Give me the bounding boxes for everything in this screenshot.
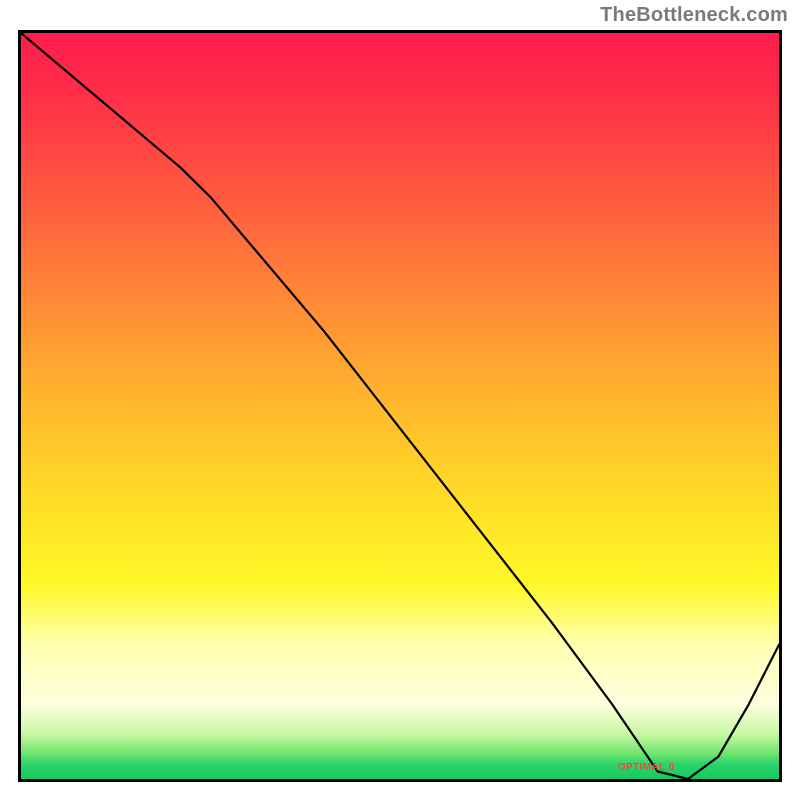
plot-area: OPTIMAL 0 — [18, 30, 782, 782]
bottleneck-curve — [21, 33, 779, 779]
attribution-text: TheBottleneck.com — [600, 4, 788, 27]
chart-container: TheBottleneck.com OPTIMAL 0 — [0, 0, 800, 800]
optimal-annotation: OPTIMAL 0 — [618, 762, 675, 773]
